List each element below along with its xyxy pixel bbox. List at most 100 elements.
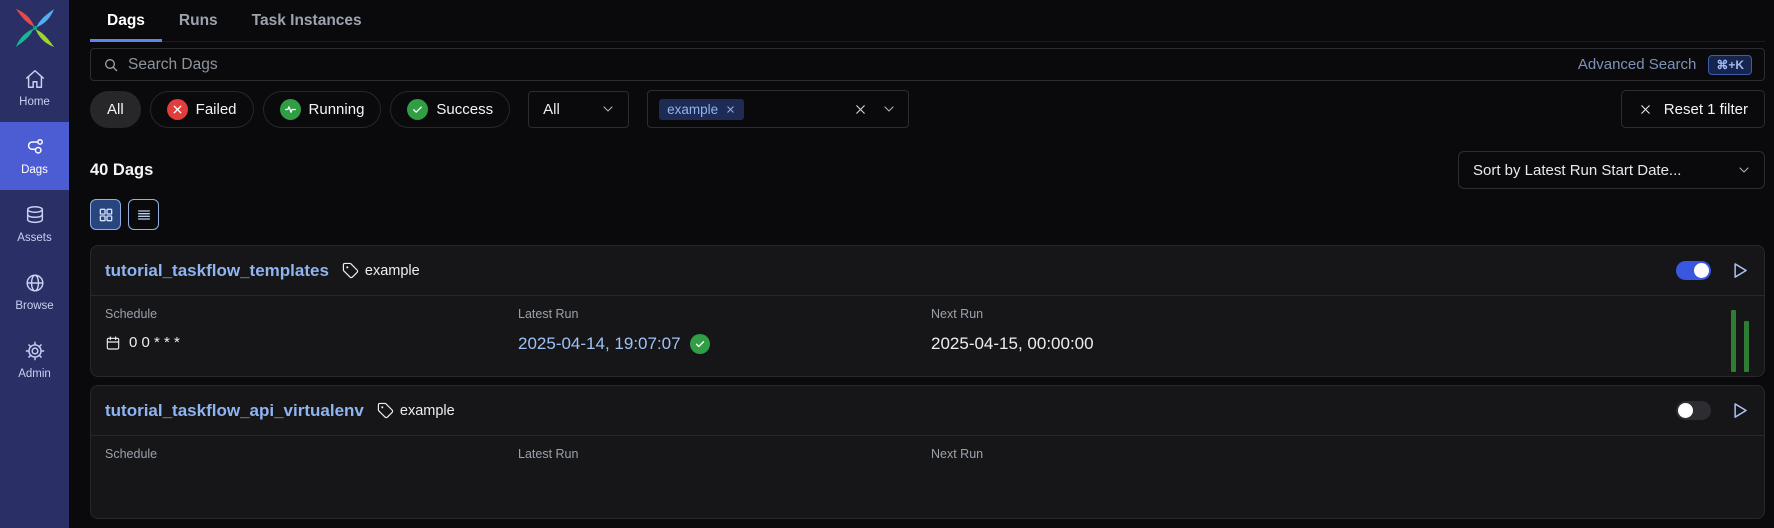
sidebar-item-browse[interactable]: Browse <box>0 258 69 326</box>
dag-title-link[interactable]: tutorial_taskflow_templates <box>105 261 329 281</box>
chevron-down-icon[interactable] <box>881 101 897 117</box>
view-toggle-group <box>90 199 1765 230</box>
sidebar-item-label: Dags <box>21 164 48 176</box>
dag-card-body: Schedule 0 0 * * * Latest Run 2025-04-14… <box>91 296 1764 376</box>
dag-tag-label: example <box>400 403 455 419</box>
filter-chip-label: Running <box>309 101 365 118</box>
next-run-label: Next Run <box>931 447 1344 461</box>
reset-filters-button[interactable]: Reset 1 filter <box>1621 90 1765 128</box>
success-status-icon <box>690 334 710 354</box>
success-status-icon <box>407 99 428 120</box>
running-status-icon <box>280 99 301 120</box>
airflow-logo-icon[interactable] <box>12 5 58 51</box>
run-history-bars <box>1731 310 1749 372</box>
schedule-column: Schedule <box>105 447 518 510</box>
reset-filters-label: Reset 1 filter <box>1664 101 1748 118</box>
play-icon <box>1729 260 1750 281</box>
gear-icon <box>24 340 46 362</box>
dag-tag[interactable]: example <box>377 402 455 419</box>
trigger-dag-button[interactable] <box>1729 400 1750 421</box>
sidebar-item-label: Admin <box>18 368 51 380</box>
grid-view-icon <box>98 207 114 223</box>
filters-row: All Failed Running Success All example <box>90 90 1765 128</box>
next-run-value: 2025-04-15, 00:00:00 <box>931 334 1094 354</box>
filter-chip-label: Failed <box>196 101 237 118</box>
globe-icon <box>24 272 46 294</box>
schedule-column: Schedule 0 0 * * * <box>105 307 518 368</box>
sidebar-item-label: Home <box>19 96 50 108</box>
dag-enabled-toggle[interactable] <box>1676 261 1711 280</box>
dag-tag-label: example <box>365 263 420 279</box>
results-header: 40 Dags Sort by Latest Run Start Date... <box>90 151 1765 189</box>
remove-tag-icon[interactable] <box>725 104 736 115</box>
sidebar-item-label: Browse <box>15 300 53 312</box>
dags-icon <box>24 136 46 158</box>
dag-card-actions <box>1676 400 1750 421</box>
card-view-button[interactable] <box>90 199 121 230</box>
search-icon <box>103 57 119 73</box>
sidebar-item-admin[interactable]: Admin <box>0 326 69 394</box>
close-icon <box>1638 102 1653 117</box>
search-input[interactable]: Search Dags <box>128 56 218 74</box>
failed-status-icon <box>167 99 188 120</box>
latest-run-label: Latest Run <box>518 447 931 461</box>
dag-card-actions <box>1676 260 1750 281</box>
database-icon <box>24 204 46 226</box>
advanced-search-link[interactable]: Advanced Search <box>1578 56 1696 73</box>
state-filter-select[interactable]: All <box>528 91 629 128</box>
schedule-value: 0 0 * * * <box>105 334 180 351</box>
toggle-knob <box>1678 403 1693 418</box>
tab-dags[interactable]: Dags <box>90 12 162 42</box>
trigger-dag-button[interactable] <box>1729 260 1750 281</box>
home-icon <box>24 68 46 90</box>
next-run-column: Next Run 2025-04-15, 00:00:00 <box>931 307 1344 368</box>
state-filter-value: All <box>543 101 560 118</box>
filter-chip-label: Success <box>436 101 493 118</box>
dag-card: tutorial_taskflow_templates example Sche… <box>90 245 1765 377</box>
calendar-icon <box>105 335 121 351</box>
dag-card-body: Schedule Latest Run Next Run <box>91 436 1764 518</box>
next-run-column: Next Run <box>931 447 1344 510</box>
dag-count: 40 Dags <box>90 161 153 180</box>
sidebar: Home Dags Assets Browse Admin <box>0 0 69 528</box>
search-right: Advanced Search ⌘+K <box>1578 55 1752 75</box>
dag-title-link[interactable]: tutorial_taskflow_api_virtualenv <box>105 401 364 421</box>
selected-tag-label: example <box>667 102 718 117</box>
search-bar[interactable]: Search Dags Advanced Search ⌘+K <box>90 48 1765 81</box>
selected-tag-pill[interactable]: example <box>659 99 744 120</box>
run-bar[interactable] <box>1731 310 1736 372</box>
top-tabs: Dags Runs Task Instances <box>90 0 1765 42</box>
latest-run-column: Latest Run <box>518 447 931 510</box>
next-run-label: Next Run <box>931 307 1344 321</box>
filter-chip-success[interactable]: Success <box>390 91 510 128</box>
latest-run-link[interactable]: 2025-04-14, 19:07:07 <box>518 334 681 354</box>
sort-select[interactable]: Sort by Latest Run Start Date... <box>1458 151 1765 189</box>
schedule-label: Schedule <box>105 447 518 461</box>
toggle-knob <box>1694 263 1709 278</box>
run-bar[interactable] <box>1744 321 1749 372</box>
sidebar-item-label: Assets <box>17 232 52 244</box>
tag-icon <box>377 402 394 419</box>
tab-runs[interactable]: Runs <box>162 12 235 42</box>
dag-enabled-toggle[interactable] <box>1676 401 1711 420</box>
latest-run-label: Latest Run <box>518 307 931 321</box>
filter-chip-all[interactable]: All <box>90 91 141 128</box>
tag-filter-multiselect[interactable]: example <box>647 90 909 128</box>
sidebar-item-home[interactable]: Home <box>0 54 69 122</box>
tab-task-instances[interactable]: Task Instances <box>235 12 379 42</box>
dag-tag[interactable]: example <box>342 262 420 279</box>
chevron-down-icon <box>1736 162 1752 178</box>
list-view-button[interactable] <box>128 199 159 230</box>
multiselect-controls <box>853 101 897 117</box>
filter-chip-running[interactable]: Running <box>263 91 382 128</box>
schedule-label: Schedule <box>105 307 518 321</box>
sidebar-item-assets[interactable]: Assets <box>0 190 69 258</box>
dag-card: tutorial_taskflow_api_virtualenv example… <box>90 385 1765 519</box>
filter-chip-failed[interactable]: Failed <box>150 91 254 128</box>
list-view-icon <box>136 207 152 223</box>
main-content: Dags Runs Task Instances Search Dags Adv… <box>69 0 1774 528</box>
clear-tags-icon[interactable] <box>853 102 868 117</box>
chevron-down-icon <box>600 101 616 117</box>
airflow-app: Home Dags Assets Browse Admin Dags Runs … <box>0 0 1774 528</box>
sidebar-item-dags[interactable]: Dags <box>0 122 69 190</box>
